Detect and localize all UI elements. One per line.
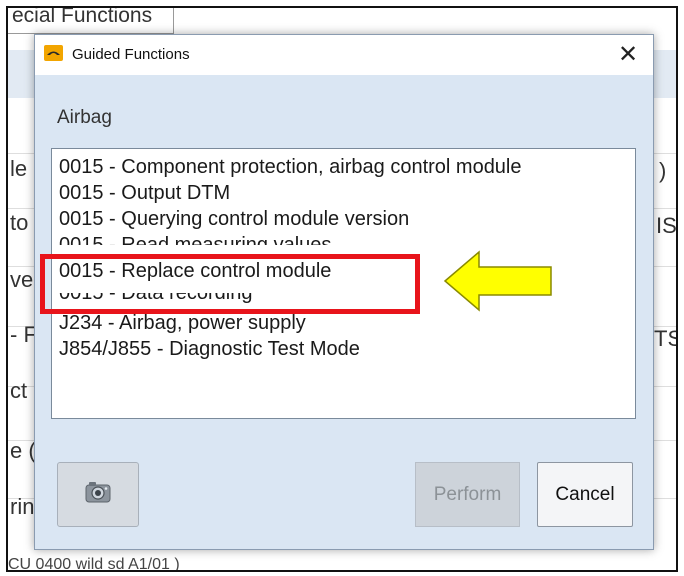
list-item[interactable]: J854/J855 - Diagnostic Test Mode — [59, 337, 360, 361]
background-row-text: e ( — [10, 438, 36, 463]
background-row-text: IS — [656, 213, 677, 238]
close-icon[interactable]: ✕ — [615, 41, 641, 69]
arrow-left-icon — [443, 250, 552, 312]
list-item[interactable]: 0015 - Read measuring values — [59, 233, 331, 245]
list-item[interactable]: 0015 - Querying control module version — [59, 207, 409, 231]
background-row-text: ve — [10, 267, 34, 292]
camera-icon — [85, 482, 111, 503]
background-row-text: le — [10, 156, 28, 181]
app-logo-icon — [44, 45, 63, 61]
background-row-text: ) — [659, 158, 667, 183]
perform-button[interactable]: Perform — [415, 462, 520, 527]
background-row-text: rin — [10, 494, 35, 519]
background-row-text: - F — [10, 322, 37, 347]
highlight-box — [40, 254, 420, 314]
dialog-title: Guided Functions — [72, 46, 190, 63]
background-tab-special-functions[interactable]: ecial Functions — [8, 8, 174, 34]
dialog-titlebar[interactable]: Guided Functions ✕ — [35, 35, 653, 75]
cancel-button[interactable]: Cancel — [537, 462, 633, 527]
list-item[interactable]: J234 - Airbag, power supply — [59, 311, 306, 335]
list-item[interactable]: 0015 - Component protection, airbag cont… — [59, 155, 522, 179]
background-row-text: TSC — [654, 326, 676, 351]
background-row-text: to — [10, 210, 29, 235]
screenshot-button[interactable] — [57, 462, 139, 527]
background-footer-text: CU 0400 wild sd A1/01 ) — [8, 556, 180, 572]
list-item[interactable]: 0015 - Output DTM — [59, 181, 230, 205]
section-label-airbag: Airbag — [57, 107, 112, 128]
background-row-text: ct — [10, 378, 28, 403]
